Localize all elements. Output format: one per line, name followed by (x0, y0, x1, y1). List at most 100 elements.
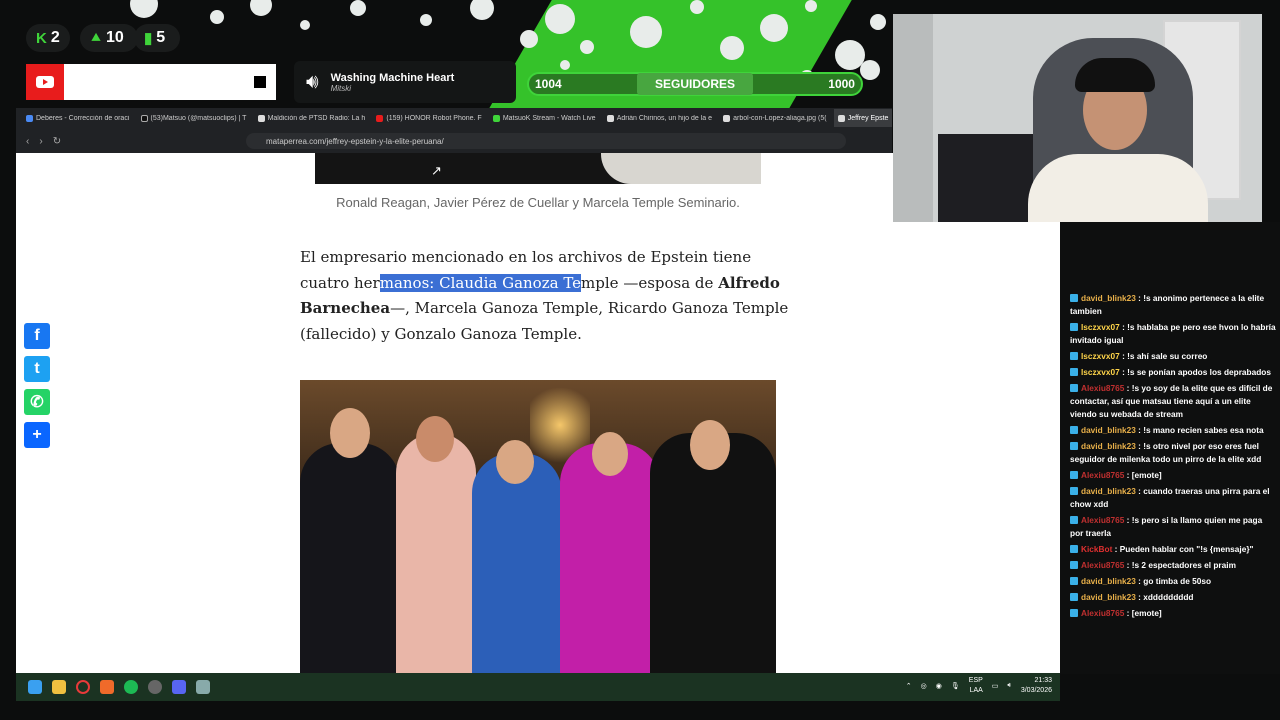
followers-stat: ⯅ 10 (80, 24, 138, 52)
expand-icon[interactable]: ↗ (431, 163, 442, 179)
back-icon[interactable]: ‹ (26, 136, 29, 147)
chat-username[interactable]: lsczxvx07 (1081, 367, 1120, 377)
platform-icon (1070, 545, 1078, 553)
language-indicator[interactable]: ESP LAA (969, 676, 983, 696)
platform-icon (1070, 609, 1078, 617)
reagan-photo: ↗ (315, 153, 761, 184)
chat-message: david_blink23 : !s otro nivel por eso er… (1070, 441, 1262, 464)
chat-message: Alexiu8765 : !s pero si la llamo quien m… (1070, 515, 1263, 538)
platform-icon (1070, 323, 1078, 331)
platform-icon (1070, 352, 1078, 360)
chat-text: !s 2 espectadores el praim (1131, 560, 1236, 570)
file-explorer-icon[interactable] (52, 680, 66, 694)
monitor-icon[interactable]: ▭ (992, 682, 999, 690)
forward-icon[interactable]: › (39, 136, 42, 147)
chat-text: !s se ponían apodos los deprabados (1127, 367, 1271, 377)
chat-message: KickBot : Pueden hablar con "!s {mensaje… (1070, 543, 1276, 556)
tab-deberes[interactable]: Deberes - Corrección de oraci (22, 114, 133, 122)
selected-text: manos: Claudia Ganoza Te (379, 273, 582, 292)
browser-window: Deberes - Corrección de oraci (53)Matsuo… (16, 108, 892, 153)
chat-text: !s mano recien sabes esa nota (1143, 425, 1264, 435)
address-row: ‹ › ↻ mataperrea.com/jeffrey-epstein-y-l… (16, 130, 892, 152)
followers-current: 1004 (535, 77, 562, 91)
chat-username[interactable]: lsczxvx07 (1081, 351, 1120, 361)
youtube-bar (26, 64, 276, 100)
tab-epstein[interactable]: Jeffrey Epste (833, 109, 892, 127)
volume-icon[interactable]: 🔉︎ (1007, 682, 1011, 690)
chat-text: [emote] (1131, 608, 1162, 618)
followers-goal: 1000 (828, 77, 855, 91)
share-button[interactable]: + (24, 422, 50, 448)
platform-icon (1070, 561, 1078, 569)
opera-icon[interactable] (76, 680, 90, 694)
facebook-share-button[interactable]: f (24, 323, 50, 349)
calculator-icon[interactable] (196, 680, 210, 694)
tab-ptsd[interactable]: Maldición de PTSD Radio: La h (254, 114, 369, 122)
tray-app-icon[interactable]: ◎ (921, 682, 927, 690)
stream-chat: david_blink23 : !s anonimo pertenece a l… (1060, 222, 1280, 674)
address-bar[interactable]: mataperrea.com/jeffrey-epstein-y-la-elit… (246, 133, 846, 149)
platform-icon (1070, 577, 1078, 585)
kick-stat: K 2 (26, 24, 70, 52)
chat-message: david_blink23 : !s mano recien sabes esa… (1070, 424, 1276, 437)
whatsapp-share-button[interactable]: ✆ (24, 389, 50, 415)
chat-username[interactable]: david_blink23 (1081, 576, 1136, 586)
chat-username[interactable]: lsczxvx07 (1081, 322, 1120, 332)
followers-goal-bar: 1004 SEGUIDORES 1000 (527, 72, 863, 96)
chat-message: lsczxvx07 : !s ahí sale su correo (1070, 350, 1276, 363)
chat-message: david_blink23 : go timba de 50so (1070, 575, 1276, 588)
chat-message: Alexiu8765 : !s yo soy de la elite que e… (1070, 383, 1273, 419)
chat-username[interactable]: Alexiu8765 (1081, 515, 1124, 525)
chat-username[interactable]: david_blink23 (1081, 425, 1136, 435)
chat-username[interactable]: Alexiu8765 (1081, 383, 1124, 393)
tab-tiktok[interactable]: (53)Matsuo (@matsuoclips) | T (137, 114, 250, 122)
mic-icon[interactable]: 🎙︎ (951, 682, 960, 690)
spotify-icon[interactable] (124, 680, 138, 694)
chat-username[interactable]: KickBot (1081, 544, 1112, 554)
twitter-share-button[interactable]: t (24, 356, 50, 382)
tab-kick[interactable]: MatsuoK Stream - Watch Live (489, 114, 599, 122)
bars-icon: ▮ (144, 30, 153, 47)
chat-username[interactable]: Alexiu8765 (1081, 470, 1124, 480)
discord-tray-icon[interactable]: ◉ (936, 682, 942, 690)
chat-message: Alexiu8765 : [emote] (1070, 607, 1276, 620)
platform-icon (1070, 593, 1078, 601)
reload-icon[interactable]: ↻ (53, 136, 61, 147)
now-playing: 🔊︎ Washing Machine Heart Mitski (294, 61, 516, 103)
obs-icon[interactable] (148, 680, 162, 694)
chat-username[interactable]: david_blink23 (1081, 441, 1136, 451)
platform-icon (1070, 368, 1078, 376)
chat-username[interactable]: Alexiu8765 (1081, 608, 1124, 618)
twitter-icon: t (34, 360, 40, 377)
brave-icon[interactable] (100, 680, 114, 694)
tab-adrian[interactable]: Adrián Chirinos, un hijo de la e (603, 114, 715, 122)
chat-message: Alexiu8765 : [emote] (1070, 469, 1276, 482)
platform-icon (1070, 487, 1078, 495)
chat-username[interactable]: david_blink23 (1081, 592, 1136, 602)
follower-icon: ⯅ (90, 29, 103, 47)
share-icon: + (32, 426, 42, 443)
chevron-up-icon[interactable]: ⌃ (906, 682, 912, 690)
song-artist: Mitski (330, 83, 352, 93)
tab-strip: Deberes - Corrección de oraci (53)Matsuo… (16, 108, 892, 128)
windows-start-icon[interactable] (28, 680, 42, 694)
tab-youtube[interactable]: (159) HONOR Robot Phone. F (372, 114, 484, 122)
chat-text: xddddddddd (1143, 592, 1194, 602)
chat-message: Alexiu8765 : !s 2 espectadores el praim (1070, 559, 1276, 572)
kick-icon: K (36, 29, 47, 47)
webcam-feed (893, 14, 1262, 222)
tab-arbol[interactable]: arbol-con-Lopez-aliaga.jpg (5( (719, 114, 830, 122)
youtube-icon (26, 64, 64, 100)
discord-icon[interactable] (172, 680, 186, 694)
chat-text: !s ahí sale su correo (1127, 351, 1208, 361)
chat-username[interactable]: Alexiu8765 (1081, 560, 1124, 570)
chat-text: [emote] (1131, 470, 1162, 480)
chat-username[interactable]: david_blink23 (1081, 486, 1136, 496)
chat-username[interactable]: david_blink23 (1081, 293, 1136, 303)
system-tray: ⌃ ◎ ◉ 🎙︎ ESP LAA ▭ 🔉︎ 21:33 3/03/2026 (906, 676, 1052, 696)
stop-icon (254, 76, 266, 88)
clock[interactable]: 21:33 3/03/2026 (1021, 676, 1052, 696)
platform-icon (1070, 516, 1078, 524)
chat-message: david_blink23 : cuando traeras una pirra… (1070, 486, 1270, 509)
platform-icon (1070, 471, 1078, 479)
